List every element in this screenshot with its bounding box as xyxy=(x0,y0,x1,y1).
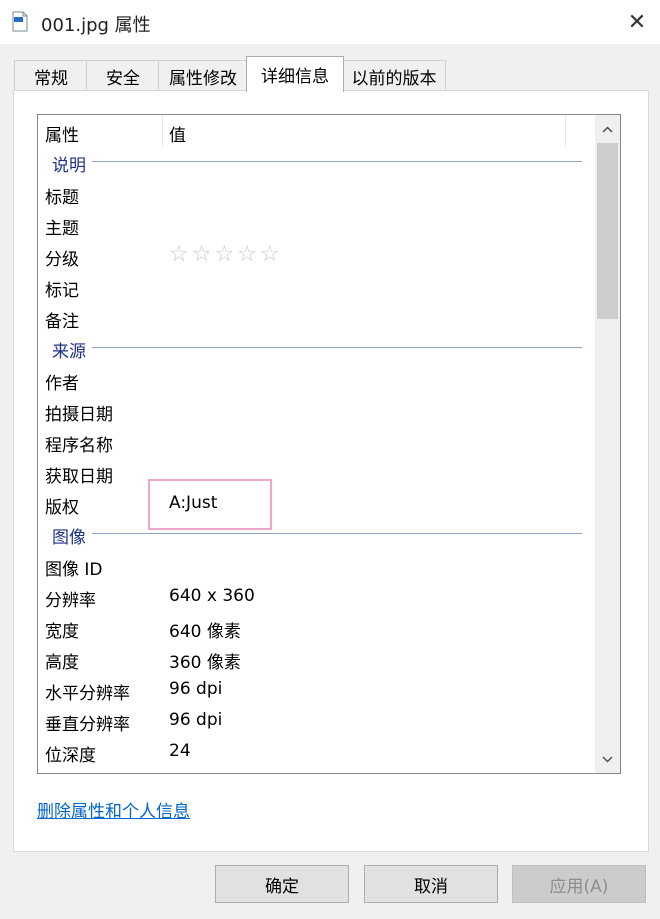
column-divider[interactable] xyxy=(565,115,566,146)
jpg-file-icon xyxy=(12,11,28,32)
property-row-title[interactable]: 标题 xyxy=(38,177,594,208)
property-row-rating[interactable]: 分级 ☆☆☆☆☆ xyxy=(38,239,594,270)
column-header-property[interactable]: 属性 xyxy=(45,121,79,146)
copyright-value[interactable]: A:Just xyxy=(169,493,217,513)
group-divider xyxy=(92,533,582,534)
scroll-thumb[interactable] xyxy=(597,143,618,319)
property-rows: 说明 标题 主题 分级 ☆☆☆☆☆ 标记 备注 来源 作者 拍摄日期 程序名称 … xyxy=(38,146,594,766)
scroll-up-button[interactable] xyxy=(595,115,620,143)
property-row-author[interactable]: 作者 xyxy=(38,363,594,394)
tab-previous-versions[interactable]: 以前的版本 xyxy=(342,60,446,91)
close-icon: ✕ xyxy=(627,9,647,35)
group-origin: 来源 xyxy=(38,332,594,363)
cancel-button[interactable]: 取消 xyxy=(364,865,498,903)
window-title: 001.jpg 属性 xyxy=(41,15,151,36)
chevron-up-icon xyxy=(602,125,613,133)
vertical-scrollbar[interactable] xyxy=(595,115,620,773)
property-list[interactable]: 属性 值 说明 标题 主题 分级 ☆☆☆☆☆ 标记 备注 来源 作者 拍摄日期 … xyxy=(37,114,621,774)
tab-details[interactable]: 详细信息 xyxy=(246,56,344,92)
group-image: 图像 xyxy=(38,518,594,549)
property-row-date-acquired[interactable]: 获取日期 xyxy=(38,456,594,487)
tab-security[interactable]: 安全 xyxy=(86,60,160,91)
property-row-date-taken[interactable]: 拍摄日期 xyxy=(38,394,594,425)
list-header: 属性 值 xyxy=(38,115,594,146)
chevron-down-icon xyxy=(602,755,613,763)
property-row-dimensions[interactable]: 分辨率 640 x 360 xyxy=(38,580,594,611)
property-row-tags[interactable]: 标记 xyxy=(38,270,594,301)
close-button[interactable]: ✕ xyxy=(614,0,660,44)
group-divider xyxy=(92,347,582,348)
property-row-program-name[interactable]: 程序名称 xyxy=(38,425,594,456)
property-row-horizontal-resolution[interactable]: 水平分辨率 96 dpi xyxy=(38,673,594,704)
scroll-down-button[interactable] xyxy=(595,745,620,773)
column-divider[interactable] xyxy=(162,115,163,146)
tab-general[interactable]: 常规 xyxy=(14,60,88,91)
rating-stars-icon[interactable]: ☆☆☆☆☆ xyxy=(169,242,283,267)
property-row-width[interactable]: 宽度 640 像素 xyxy=(38,611,594,642)
remove-properties-link[interactable]: 删除属性和个人信息 xyxy=(37,797,190,822)
property-row-image-id[interactable]: 图像 ID xyxy=(38,549,594,580)
group-divider xyxy=(92,161,582,162)
apply-button[interactable]: 应用(A) xyxy=(512,865,646,903)
property-row-comments[interactable]: 备注 xyxy=(38,301,594,332)
title-bar: 001.jpg 属性 ✕ xyxy=(0,0,660,44)
property-row-copyright[interactable]: 版权 A:Just xyxy=(38,487,594,518)
group-description: 说明 xyxy=(38,146,594,177)
property-row-bit-depth[interactable]: 位深度 24 xyxy=(38,735,594,766)
property-row-height[interactable]: 高度 360 像素 xyxy=(38,642,594,673)
ok-button[interactable]: 确定 xyxy=(215,865,349,903)
tab-attribute-modify[interactable]: 属性修改 xyxy=(158,60,248,91)
column-header-value[interactable]: 值 xyxy=(169,121,186,146)
property-row-vertical-resolution[interactable]: 垂直分辨率 96 dpi xyxy=(38,704,594,735)
property-row-subject[interactable]: 主题 xyxy=(38,208,594,239)
